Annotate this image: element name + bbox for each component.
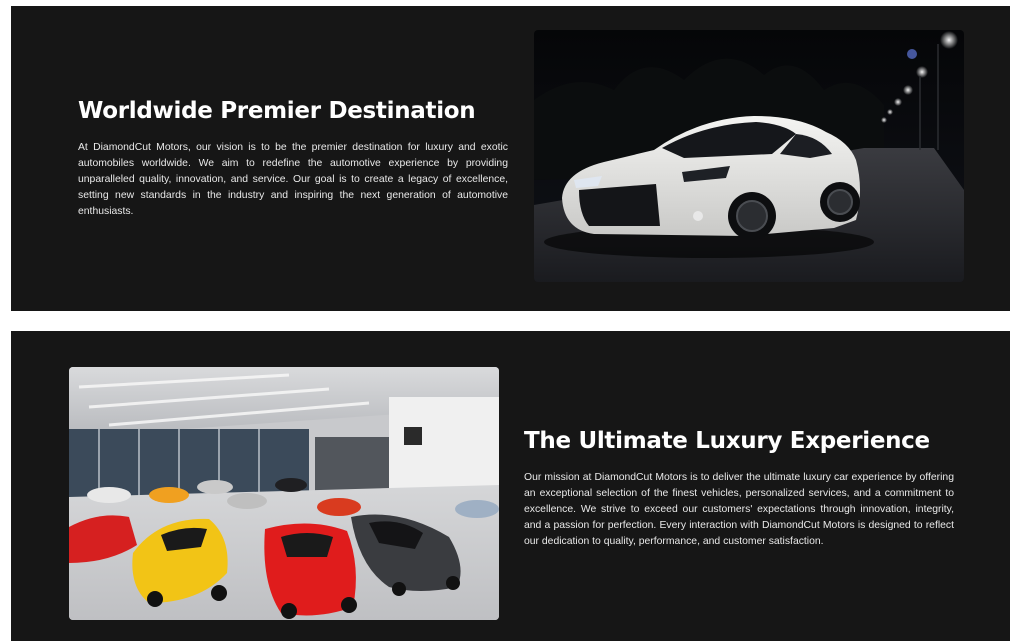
mission-title: The Ultimate Luxury Experience [524, 428, 930, 454]
vision-title: Worldwide Premier Destination [78, 98, 476, 124]
showroom-illustration [69, 367, 499, 620]
vision-section: Worldwide Premier Destination At Diamond… [11, 6, 1010, 311]
white-sports-car-photo [534, 30, 964, 282]
page: Worldwide Premier Destination At Diamond… [0, 0, 1010, 641]
showroom-photo [69, 367, 499, 620]
car-night-illustration [534, 30, 964, 282]
vision-description: At DiamondCut Motors, our vision is to b… [78, 142, 508, 217]
mission-description: Our mission at DiamondCut Motors is to d… [524, 472, 954, 547]
mission-section: The Ultimate Luxury Experience Our missi… [11, 331, 1010, 641]
